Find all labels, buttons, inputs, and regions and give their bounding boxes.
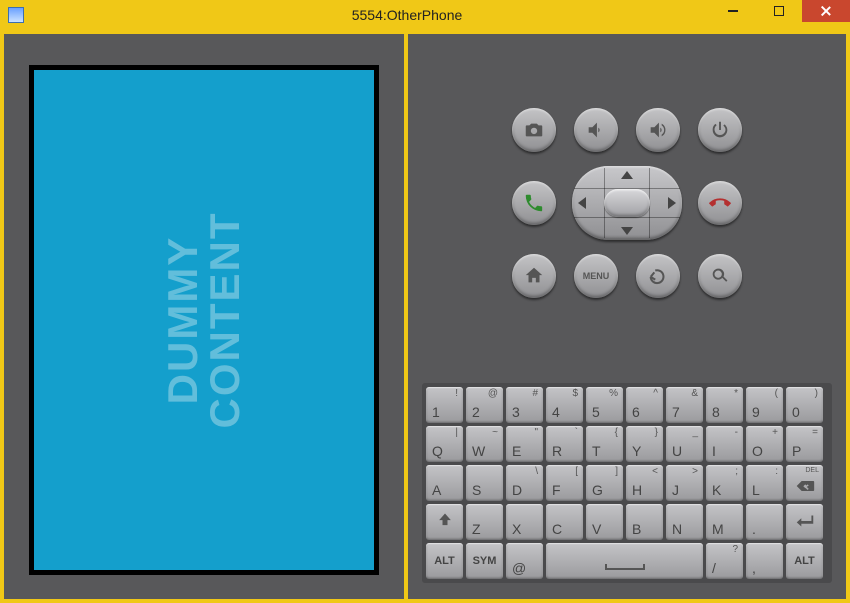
- key-M[interactable]: M: [706, 504, 743, 540]
- key-8[interactable]: 8*: [706, 387, 743, 423]
- key-T[interactable]: T{: [586, 426, 623, 462]
- key-W[interactable]: W~: [466, 426, 503, 462]
- screen-content-text: DUMMY CONTENT: [162, 211, 246, 428]
- dpad-up[interactable]: [621, 171, 633, 179]
- device-screen-pane: DUMMY CONTENT: [4, 34, 404, 599]
- end-call-icon: [709, 192, 731, 214]
- key-delete[interactable]: DEL: [786, 465, 823, 501]
- volume-down-button[interactable]: [574, 108, 618, 152]
- emulator-body: DUMMY CONTENT: [0, 30, 850, 603]
- power-button[interactable]: [698, 108, 742, 152]
- key-0[interactable]: 0): [786, 387, 823, 423]
- back-icon: [647, 265, 669, 287]
- key-I[interactable]: I-: [706, 426, 743, 462]
- device-screen[interactable]: DUMMY CONTENT: [29, 65, 379, 575]
- camera-icon: [523, 119, 545, 141]
- call-button[interactable]: [512, 181, 556, 225]
- key-A[interactable]: A: [426, 465, 463, 501]
- back-button[interactable]: [636, 254, 680, 298]
- end-call-button[interactable]: [698, 181, 742, 225]
- key-3[interactable]: 3#: [506, 387, 543, 423]
- search-icon: [709, 265, 731, 287]
- key-U[interactable]: U_: [666, 426, 703, 462]
- key-slash[interactable]: /?: [706, 543, 743, 579]
- key-C[interactable]: C: [546, 504, 583, 540]
- key-enter[interactable]: [786, 504, 823, 540]
- power-icon: [709, 119, 731, 141]
- key-S[interactable]: S: [466, 465, 503, 501]
- close-button[interactable]: [802, 0, 850, 22]
- volume-up-button[interactable]: [636, 108, 680, 152]
- key-5[interactable]: 5%: [586, 387, 623, 423]
- kbd-row-4: ZXCVBNM.: [426, 504, 828, 540]
- key-B[interactable]: B: [626, 504, 663, 540]
- kbd-row-5: ALTSYM@/?,ALT: [426, 543, 828, 579]
- key-D[interactable]: D\: [506, 465, 543, 501]
- key-7[interactable]: 7&: [666, 387, 703, 423]
- key-N[interactable]: N: [666, 504, 703, 540]
- window-controls: [710, 0, 850, 22]
- key-G[interactable]: G]: [586, 465, 623, 501]
- key-L[interactable]: L:: [746, 465, 783, 501]
- key-V[interactable]: V: [586, 504, 623, 540]
- hardware-buttons: MENU: [422, 108, 832, 298]
- camera-button[interactable]: [512, 108, 556, 152]
- app-icon: [8, 7, 24, 23]
- key-O[interactable]: O+: [746, 426, 783, 462]
- key-9[interactable]: 9(: [746, 387, 783, 423]
- key-alt-left[interactable]: ALT: [426, 543, 463, 579]
- key-Y[interactable]: Y}: [626, 426, 663, 462]
- key-Q[interactable]: Q|: [426, 426, 463, 462]
- key-J[interactable]: J>: [666, 465, 703, 501]
- key-alt-right[interactable]: ALT: [786, 543, 823, 579]
- key-4[interactable]: 4$: [546, 387, 583, 423]
- controls-pane: MENU 1!2@3#4$5%6^7&8*9(0) Q|W~E"R`T{Y}U_…: [408, 34, 846, 599]
- key-X[interactable]: X: [506, 504, 543, 540]
- dpad-down[interactable]: [621, 227, 633, 235]
- key-F[interactable]: F[: [546, 465, 583, 501]
- key-2[interactable]: 2@: [466, 387, 503, 423]
- key-.[interactable]: .: [746, 504, 783, 540]
- maximize-button[interactable]: [756, 0, 802, 22]
- key-at[interactable]: @: [506, 543, 543, 579]
- key-H[interactable]: H<: [626, 465, 663, 501]
- key-1[interactable]: 1!: [426, 387, 463, 423]
- key-shift[interactable]: [426, 504, 463, 540]
- dpad-right[interactable]: [668, 197, 676, 209]
- menu-label: MENU: [583, 271, 610, 281]
- keyboard: 1!2@3#4$5%6^7&8*9(0) Q|W~E"R`T{Y}U_I-O+P…: [422, 383, 832, 583]
- dpad-left[interactable]: [578, 197, 586, 209]
- dpad: [572, 166, 682, 240]
- kbd-row-1: 1!2@3#4$5%6^7&8*9(0): [426, 387, 828, 423]
- key-E[interactable]: E": [506, 426, 543, 462]
- key-P[interactable]: P=: [786, 426, 823, 462]
- dpad-center[interactable]: [604, 189, 650, 217]
- titlebar: 5554:OtherPhone: [0, 0, 850, 30]
- call-icon: [523, 192, 545, 214]
- home-button[interactable]: [512, 254, 556, 298]
- volume-down-icon: [585, 119, 607, 141]
- key-6[interactable]: 6^: [626, 387, 663, 423]
- key-space[interactable]: [546, 543, 703, 579]
- key-sym[interactable]: SYM: [466, 543, 503, 579]
- volume-up-icon: [647, 119, 669, 141]
- minimize-button[interactable]: [710, 0, 756, 22]
- menu-button[interactable]: MENU: [574, 254, 618, 298]
- search-button[interactable]: [698, 254, 742, 298]
- key-comma[interactable]: ,: [746, 543, 783, 579]
- key-K[interactable]: K;: [706, 465, 743, 501]
- kbd-row-2: Q|W~E"R`T{Y}U_I-O+P=: [426, 426, 828, 462]
- kbd-row-3: ASD\F[G]H<J>K;L:DEL: [426, 465, 828, 501]
- key-Z[interactable]: Z: [466, 504, 503, 540]
- key-R[interactable]: R`: [546, 426, 583, 462]
- home-icon: [523, 265, 545, 287]
